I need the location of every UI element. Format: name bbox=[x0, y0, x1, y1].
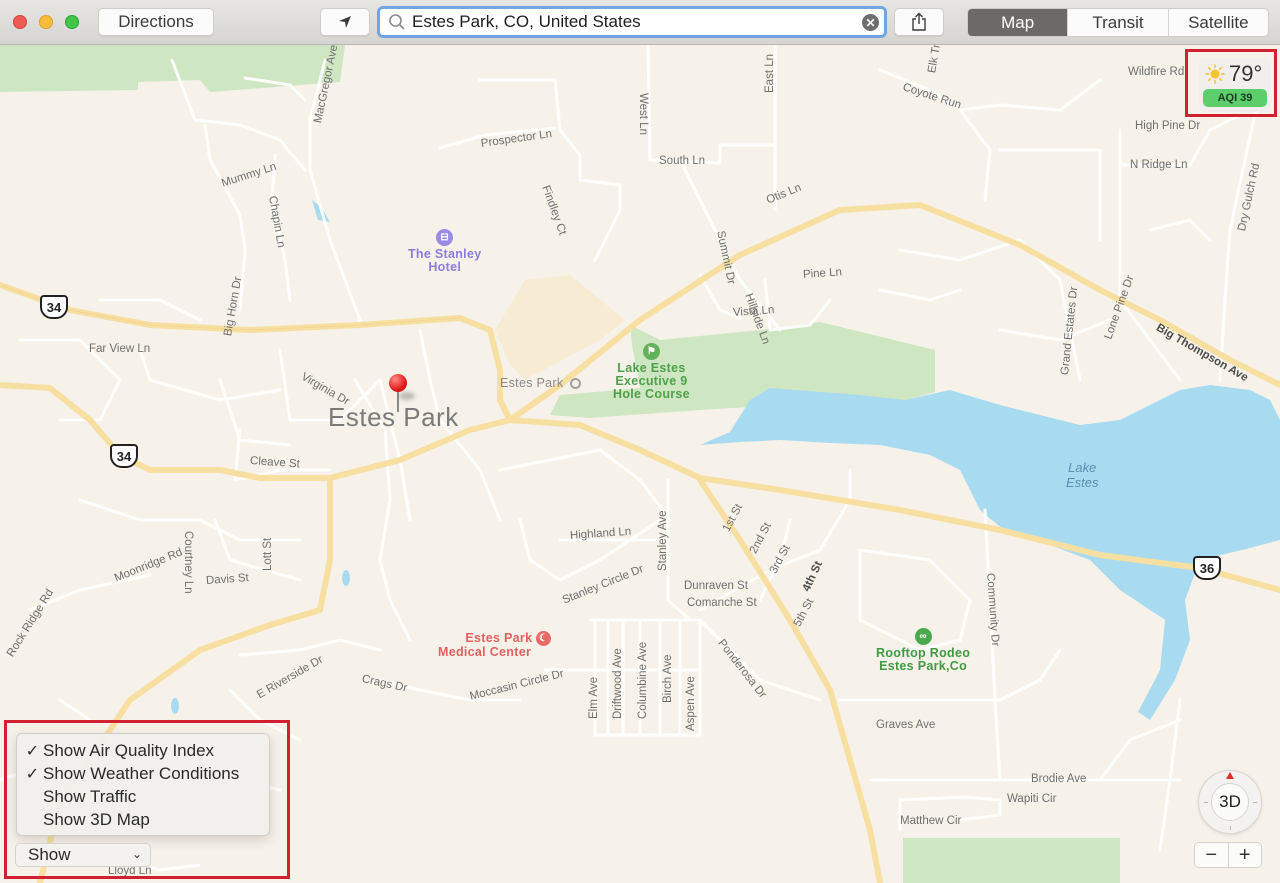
location-pin[interactable] bbox=[389, 374, 415, 412]
street-label: Far View Ln bbox=[89, 343, 151, 355]
search-field[interactable]: ✕ bbox=[377, 6, 887, 38]
share-button[interactable] bbox=[894, 8, 944, 36]
compass[interactable]: 3D bbox=[1198, 770, 1262, 834]
street-label: Comanche St bbox=[687, 597, 757, 609]
zoom-control: − + bbox=[1194, 842, 1262, 868]
town-icon bbox=[570, 378, 582, 390]
zoom-in-button[interactable]: + bbox=[1229, 843, 1262, 867]
poi-golf-course[interactable]: ⚑ Lake Estes Executive 9 Hole Course bbox=[613, 343, 690, 401]
lake-label: Lake Estes bbox=[1066, 460, 1099, 490]
street-label: Brodie Ave bbox=[1031, 773, 1087, 785]
street-label: Birch Ave bbox=[662, 654, 674, 703]
street-label: Aspen Ave bbox=[685, 676, 697, 731]
street-label: N Ridge Ln bbox=[1130, 159, 1188, 171]
poi-estes-park-town[interactable]: Estes Park bbox=[500, 377, 582, 390]
close-window-button[interactable] bbox=[13, 15, 27, 29]
share-icon bbox=[912, 12, 926, 31]
highway-shield: 34 bbox=[110, 444, 138, 468]
street-label: Dunraven St bbox=[684, 580, 748, 592]
street-label: Driftwood Ave bbox=[612, 648, 624, 719]
street-label: Matthew Cir bbox=[900, 815, 962, 827]
street-label: West Ln bbox=[637, 93, 649, 135]
street-label: Columbine Ave bbox=[637, 641, 649, 719]
map-mode-segmented-control: Map Transit Satellite bbox=[967, 8, 1269, 37]
street-label: Lott St bbox=[262, 537, 274, 571]
minimize-window-button[interactable] bbox=[39, 15, 53, 29]
directions-button[interactable]: Directions bbox=[98, 8, 214, 36]
highway-shield: 34 bbox=[40, 295, 68, 319]
hotel-icon: ⊟ bbox=[436, 229, 454, 246]
poi-stanley-hotel[interactable]: ⊟ The Stanley Hotel bbox=[408, 229, 481, 274]
street-label: Wildfire Rd bbox=[1128, 66, 1185, 78]
highway-shield: 36 bbox=[1193, 556, 1221, 580]
hospital-icon: ☾ bbox=[536, 631, 552, 646]
toolbar: Directions ✕ Map Transit Satellite bbox=[0, 0, 1280, 45]
street-label: Graves Ave bbox=[876, 719, 936, 731]
street-label: Elm Ave bbox=[588, 677, 600, 719]
maps-window: Directions ✕ Map Transit Satellite bbox=[0, 0, 1280, 883]
zoom-out-button[interactable]: − bbox=[1195, 843, 1229, 867]
highlight-box-weather bbox=[1185, 49, 1277, 117]
poi-rooftop-rodeo[interactable]: ∞ Rooftop Rodeo Estes Park,Co bbox=[876, 628, 970, 673]
clear-icon[interactable]: ✕ bbox=[862, 14, 879, 31]
location-arrow-icon bbox=[339, 16, 351, 28]
golf-icon: ⚑ bbox=[642, 343, 660, 360]
amusement-icon: ∞ bbox=[914, 628, 932, 645]
tab-transit[interactable]: Transit bbox=[1067, 9, 1167, 36]
compass-tick bbox=[1230, 826, 1231, 830]
street-label: Stanley Ave bbox=[657, 510, 669, 571]
street-label: High Pine Dr bbox=[1135, 120, 1201, 132]
tab-satellite[interactable]: Satellite bbox=[1167, 9, 1268, 36]
highlight-box-show-menu bbox=[4, 720, 290, 879]
compass-tick bbox=[1204, 802, 1208, 803]
street-label: East Ln bbox=[764, 54, 776, 93]
compass-tick bbox=[1253, 802, 1257, 803]
green-area bbox=[903, 838, 1120, 883]
street-label: Wapiti Cir bbox=[1007, 793, 1057, 805]
pin-head bbox=[389, 374, 407, 392]
street-label: South Ln bbox=[659, 155, 706, 167]
current-location-button[interactable] bbox=[320, 8, 370, 36]
north-indicator-icon bbox=[1226, 772, 1234, 779]
poi-medical-center[interactable]: Estes Park ☾ Medical Center bbox=[438, 631, 552, 659]
3d-button[interactable]: 3D bbox=[1211, 783, 1249, 821]
tab-map[interactable]: Map bbox=[968, 9, 1068, 36]
street-label: Courtney Ln bbox=[182, 531, 194, 594]
search-input[interactable] bbox=[412, 12, 842, 32]
maximize-window-button[interactable] bbox=[65, 15, 79, 29]
pin-shadow bbox=[399, 392, 415, 400]
search-icon bbox=[389, 14, 405, 30]
